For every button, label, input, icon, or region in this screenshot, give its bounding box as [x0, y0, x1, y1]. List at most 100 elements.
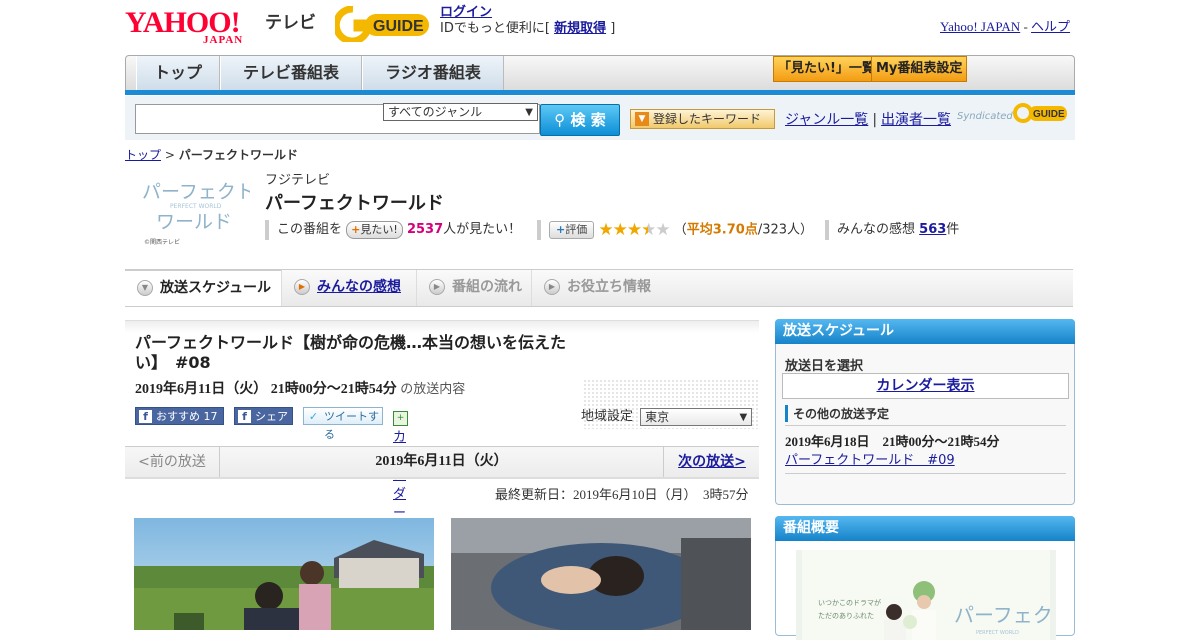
tab-reviews-label: みんなの感想: [317, 279, 401, 295]
breadcrumb-sep: >: [164, 148, 175, 162]
login-desc-close: ]: [610, 21, 616, 36]
nav-tab-top[interactable]: トップ: [136, 56, 220, 90]
next-broadcast[interactable]: 次の放送>: [663, 447, 760, 477]
dropdown-arrow-icon: ▼: [525, 107, 533, 118]
program-logo: パーフェクト PERFECT WORLD ワールド ©関西テレビ: [140, 178, 255, 246]
mitai-prefix: この番組を: [277, 222, 343, 237]
region-select[interactable]: 東京 ▼: [640, 407, 753, 426]
region-label: 地域設定: [581, 409, 634, 424]
kanso-count-link[interactable]: 563: [919, 222, 946, 237]
register-link[interactable]: 新規取得: [554, 21, 606, 36]
help-link[interactable]: ヘルプ: [1031, 19, 1070, 34]
syndicated-gguide-logo: GUIDE: [1013, 102, 1069, 128]
keyword-button-label: 登録したキーワード: [653, 112, 762, 126]
breadcrumb: トップ > パーフェクトワールド: [125, 146, 298, 163]
facebook-recommend-label: おすすめ 17: [156, 410, 218, 423]
tweet-button[interactable]: ✓ ツイートする: [303, 407, 383, 441]
facebook-recommend-button[interactable]: f おすすめ 17: [135, 407, 224, 425]
facebook-icon: f: [238, 410, 251, 423]
tab-schedule-label: 放送スケジュール: [160, 280, 272, 296]
svg-text:ただのありふれた: ただのありふれた: [818, 612, 874, 620]
episode-photo-2[interactable]: [451, 518, 751, 630]
search-icon: ⚲: [554, 111, 566, 129]
prev-broadcast[interactable]: <前の放送: [125, 447, 220, 477]
current-broadcast-date: 2019年6月11日（火）: [375, 454, 508, 469]
nav-tab-tv[interactable]: テレビ番組表: [220, 56, 362, 90]
star-rating: ★★★★★: [598, 220, 670, 240]
syndicated-label: Syndicated: [957, 111, 1013, 122]
next-broadcast-link[interactable]: 次の放送>: [678, 454, 746, 470]
content-tabs: ▼ 放送スケジュール ▶ みんなの感想 ▶ 番組の流れ ▶ お役立ち情報: [125, 269, 1073, 307]
rating-stat: +評価 ★★★★★ （平均3.70点/323人）: [537, 220, 813, 240]
yahoo-logo-sub: JAPAN: [203, 34, 244, 46]
tv-label: テレビ: [265, 13, 316, 33]
tweet-label: ツイートする: [324, 410, 379, 441]
sidebar-schedule: 放送スケジュール 放送日を選択 カレンダー表示 その他の放送予定 2019年6月…: [775, 319, 1075, 505]
other-broadcast-date: 2019年6月18日 21時00分～21時54分: [785, 434, 1000, 449]
nav-accent-bar: [125, 90, 1075, 95]
program-title: パーフェクトワールド: [265, 193, 444, 214]
sidebar-overview: 番組概要 いつかこのドラマが ただのありふれた パーフェクト PERFECT W…: [775, 516, 1075, 640]
dropdown-arrow-icon: ▼: [739, 411, 748, 423]
episode-title: パーフェクトワールド【樹が命の危機…本当の想いを伝えたい】 #08: [135, 333, 567, 372]
my-schedule-button[interactable]: My番組表設定: [871, 56, 968, 82]
search-button-label: 検 索: [570, 111, 606, 129]
genre-select[interactable]: すべてのジャンル ▼: [383, 103, 538, 121]
svg-text:ワールド: ワールド: [156, 211, 232, 233]
facebook-icon: f: [139, 410, 152, 423]
avg-count: /323人）: [757, 222, 814, 238]
mitai-button-label: 見たい!: [360, 222, 398, 236]
facebook-share-label: シェア: [255, 410, 288, 423]
breadcrumb-top[interactable]: トップ: [125, 148, 161, 162]
tab-program-flow[interactable]: ▶ 番組の流れ: [417, 270, 532, 306]
calendar-view-link[interactable]: カレンダー表示: [877, 378, 975, 394]
episode-box: パーフェクトワールド【樹が命の危機…本当の想いを伝えたい】 #08 2019年6…: [125, 320, 759, 578]
episode-photo-1[interactable]: [134, 518, 434, 630]
tab-schedule[interactable]: ▼ 放送スケジュール: [125, 269, 282, 306]
plus-icon: +: [556, 223, 566, 236]
genre-list-link[interactable]: ジャンル一覧: [785, 112, 868, 128]
mitai-count: 2537: [406, 222, 444, 237]
episode-datetime: 2019年6月11日（火） 21時00分～21時54分 の放送内容: [135, 378, 465, 398]
login-link[interactable]: ログイン: [440, 5, 492, 20]
mitai-button[interactable]: +見たい!: [346, 220, 403, 239]
nav-tab-radio[interactable]: ラジオ番組表: [362, 56, 504, 90]
login-desc: IDでもっと便利に[: [440, 21, 550, 36]
yahoo-logo[interactable]: YAHOO! JAPAN: [125, 6, 242, 46]
header-links-sep: -: [1023, 19, 1028, 34]
other-broadcast-link[interactable]: パーフェクトワールド #09: [785, 449, 955, 468]
region-setting: 地域設定 東京 ▼: [581, 405, 753, 426]
mitai-suffix: 人が見たい！: [443, 222, 522, 237]
svg-text:©関西テレビ: ©関西テレビ: [144, 238, 180, 246]
tab-useful-info[interactable]: ▶ お役立ち情報: [532, 270, 662, 306]
select-date-label: 放送日を選択: [785, 359, 864, 374]
genre-select-value: すべてのジャンル: [388, 105, 483, 119]
rate-button[interactable]: +評価: [549, 221, 595, 239]
svg-text:パーフェクト: パーフェクト: [142, 181, 250, 203]
svg-text:いつかこのドラマが: いつかこのドラマが: [818, 598, 881, 607]
other-broadcast-link-text[interactable]: パーフェクトワールド #09: [785, 453, 955, 468]
mitai-list-button[interactable]: 「見たい!」一覧: [773, 56, 880, 82]
episode-pager: <前の放送 2019年6月11日（火） 次の放送>: [125, 446, 759, 479]
svg-text:GUIDE: GUIDE: [1033, 109, 1065, 120]
kanso-suffix: 件: [946, 222, 960, 237]
keyword-button[interactable]: ▼ 登録したキーワード: [630, 109, 775, 129]
chevron-down-icon: ▼: [137, 280, 153, 296]
gguide-logo[interactable]: GUIDE: [332, 5, 432, 45]
tab-reviews[interactable]: ▶ みんなの感想: [282, 270, 417, 306]
cast-list-link[interactable]: 出演者一覧: [881, 112, 951, 128]
twitter-icon: ✓: [308, 410, 319, 423]
last-updated: 最終更新日：2019年6月10日（月） 3時57分: [495, 487, 749, 502]
region-select-value: 東京: [645, 409, 670, 424]
chevron-down-icon: ▼: [635, 112, 649, 126]
overview-image[interactable]: いつかこのドラマが ただのありふれた パーフェクト PERFECT WORLD: [796, 550, 1073, 640]
facebook-share-button[interactable]: f シェア: [234, 407, 293, 425]
calendar-view-button[interactable]: カレンダー表示: [782, 373, 1069, 399]
channel-name: フジテレビ: [265, 173, 331, 188]
search-button[interactable]: ⚲ 検 索: [540, 104, 620, 136]
episode-date: 2019年6月11日（火）: [135, 382, 268, 397]
yahoo-japan-link[interactable]: Yahoo! JAPAN: [940, 19, 1020, 34]
search-links: ジャンル一覧 | 出演者一覧: [785, 109, 951, 129]
plus-icon: +: [351, 222, 361, 236]
sidebar-schedule-title: 放送スケジュール: [775, 319, 1075, 344]
